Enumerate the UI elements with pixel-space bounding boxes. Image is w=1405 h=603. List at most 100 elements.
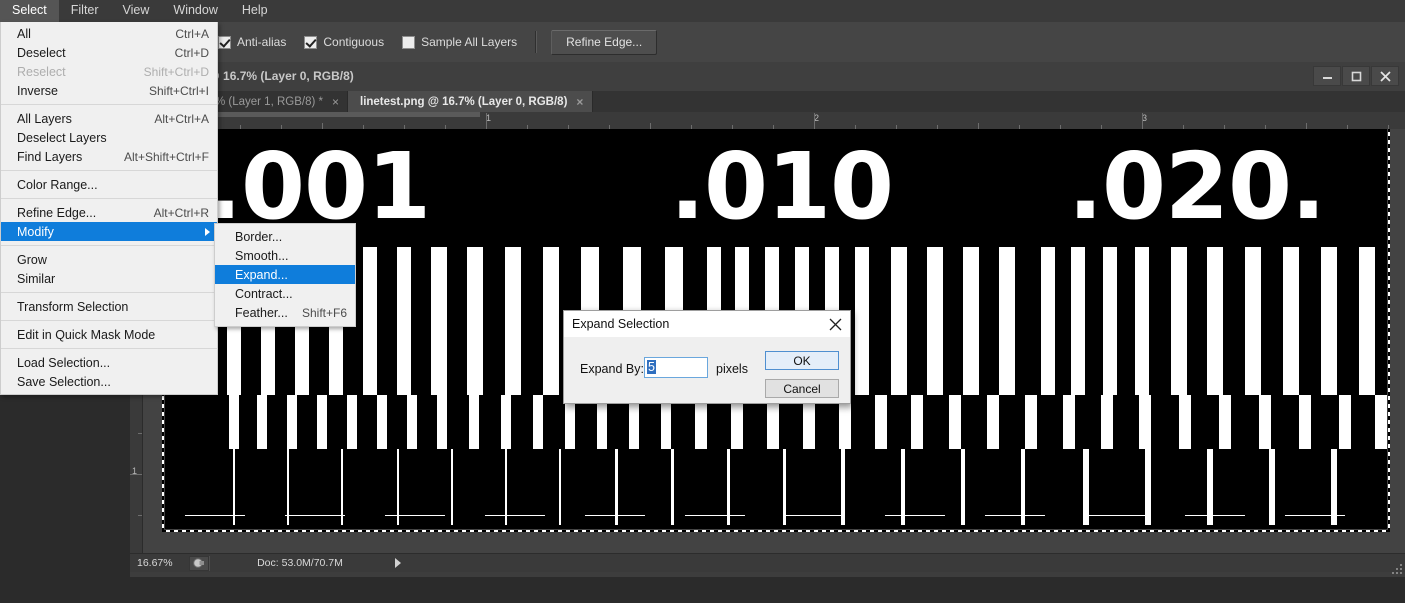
canvas-line: [585, 515, 645, 516]
canvas-line: [485, 515, 545, 516]
menu-item-label: Save Selection...: [17, 374, 111, 389]
checkbox-anti-alias[interactable]: [218, 35, 231, 49]
menu-item-label: Find Layers: [17, 149, 83, 164]
document-tab-2-close-icon[interactable]: ×: [576, 96, 583, 108]
checkbox-contiguous[interactable]: [304, 35, 318, 49]
option-contiguous[interactable]: Contiguous: [304, 35, 384, 49]
canvas-line: [985, 515, 1045, 516]
menu-item-grow[interactable]: Grow: [1, 250, 217, 269]
label-anti-alias: Anti-alias: [237, 35, 287, 49]
canvas-line: [501, 395, 511, 449]
canvas-line: [1179, 395, 1191, 449]
menu-item-edit-in-quick-mask-mode[interactable]: Edit in Quick Mask Mode: [1, 325, 217, 344]
canvas-line: [407, 395, 417, 449]
canvas-line: [1375, 395, 1387, 449]
ruler-tick: [138, 433, 142, 434]
menu-item-deselect-layers[interactable]: Deselect Layers: [1, 128, 217, 147]
menu-item-shortcut: Shift+Ctrl+I: [148, 83, 209, 98]
menu-item-shortcut: Alt+Ctrl+R: [153, 205, 209, 220]
canvas-line: [855, 247, 869, 395]
resize-grip-icon[interactable]: [1391, 563, 1404, 576]
menu-item-label: All: [17, 26, 31, 41]
close-button[interactable]: [1371, 66, 1399, 86]
canvas-line: [963, 247, 979, 395]
menu-item-all[interactable]: All Ctrl+A: [1, 24, 217, 43]
canvas-line: [949, 395, 961, 449]
menu-item-feather[interactable]: Feather... Shift+F6: [215, 303, 355, 322]
menu-item-similar[interactable]: Similar: [1, 269, 217, 288]
menu-item-save-selection[interactable]: Save Selection...: [1, 372, 217, 391]
menu-item-all-layers[interactable]: All Layers Alt+Ctrl+A: [1, 109, 217, 128]
canvas-line: [1331, 449, 1337, 525]
canvas-line: [431, 247, 447, 395]
minimize-button[interactable]: [1313, 66, 1341, 86]
option-anti-alias[interactable]: Anti-alias: [218, 35, 286, 49]
menubar-item-window[interactable]: Window: [161, 0, 229, 22]
horizontal-ruler[interactable]: 1 2 3: [130, 112, 1405, 130]
menu-item-expand[interactable]: Expand...: [215, 265, 355, 284]
menu-item-label: Edit in Quick Mask Mode: [17, 327, 156, 342]
menubar-item-select[interactable]: Select: [0, 0, 59, 22]
canvas-line: [377, 395, 387, 449]
checkbox-sample-all-layers[interactable]: [402, 35, 416, 49]
menubar-item-help[interactable]: Help: [230, 0, 280, 22]
menu-item-refine-edge[interactable]: Refine Edge... Alt+Ctrl+R: [1, 203, 217, 222]
menu-item-modify[interactable]: Modify: [1, 222, 217, 241]
canvas-line: [987, 395, 999, 449]
refine-edge-button[interactable]: Refine Edge...: [551, 29, 658, 55]
document-tab-1-close-icon[interactable]: ×: [332, 96, 339, 108]
canvas-line: [1299, 395, 1311, 449]
zoom-level-field[interactable]: 16.67%: [133, 556, 189, 570]
menu-separator: [1, 292, 217, 293]
canvas-line: [1321, 247, 1337, 395]
canvas-line: [1103, 247, 1117, 395]
document-title-bar: @ 16.7% (Layer 0, RGB/8): [130, 62, 1405, 92]
canvas-line: [1139, 395, 1151, 449]
expand-selection-dialog: Expand Selection Expand By: 5 pixels OK …: [563, 310, 851, 404]
expand-by-input[interactable]: 5: [644, 357, 708, 378]
menu-item-transform-selection[interactable]: Transform Selection: [1, 297, 217, 316]
canvas-line: [785, 515, 845, 516]
dialog-body: Expand By: 5 pixels OK Cancel: [564, 337, 850, 403]
chevron-right-icon: [205, 228, 210, 236]
menubar-item-label: View: [122, 3, 150, 17]
maximize-button[interactable]: [1342, 66, 1370, 86]
menubar-item-filter[interactable]: Filter: [59, 0, 111, 22]
menu-item-shortcut: Alt+Shift+Ctrl+F: [123, 149, 209, 164]
option-sample-all-layers[interactable]: Sample All Layers: [402, 35, 517, 49]
play-arrow-icon[interactable]: [390, 556, 406, 571]
canvas-line: [347, 395, 357, 449]
menubar-item-view[interactable]: View: [111, 0, 162, 22]
canvas-line: [901, 449, 905, 525]
menu-item-label: Deselect Layers: [17, 130, 107, 145]
canvas-line: [363, 247, 377, 395]
menu-item-label: Modify: [17, 224, 54, 239]
menu-item-find-layers[interactable]: Find Layers Alt+Shift+Ctrl+F: [1, 147, 217, 166]
menu-item-inverse[interactable]: Inverse Shift+Ctrl+I: [1, 81, 217, 100]
ok-button[interactable]: OK: [765, 351, 839, 370]
ruler-tick: [1142, 113, 1143, 129]
menu-item-smooth[interactable]: Smooth...: [215, 246, 355, 265]
canvas-line: [229, 395, 239, 449]
menu-item-border[interactable]: Border...: [215, 227, 355, 246]
canvas-line: [1259, 395, 1271, 449]
menu-item-color-range[interactable]: Color Range...: [1, 175, 217, 194]
menu-item-deselect[interactable]: Deselect Ctrl+D: [1, 43, 217, 62]
canvas-line: [1185, 515, 1245, 516]
menu-item-load-selection[interactable]: Load Selection...: [1, 353, 217, 372]
document-info-icon[interactable]: [189, 555, 209, 571]
menu-item-label: All Layers: [17, 111, 72, 126]
canvas-line: [1283, 247, 1299, 395]
ruler-tick: [814, 113, 815, 129]
document-tab-2[interactable]: linetest.png @ 16.7% (Layer 0, RGB/8) ×: [348, 91, 594, 112]
canvas-line: [615, 449, 618, 525]
dialog-close-icon[interactable]: [826, 315, 844, 333]
canvas-line: [559, 449, 561, 525]
menu-item-shortcut: Shift+Ctrl+D: [143, 64, 209, 79]
menu-item-contract[interactable]: Contract...: [215, 284, 355, 303]
canvas-line: [317, 395, 327, 449]
menu-item-label: Refine Edge...: [17, 205, 97, 220]
cancel-button[interactable]: Cancel: [765, 379, 839, 398]
dialog-title-bar: Expand Selection: [564, 311, 850, 337]
canvas-line: [451, 449, 453, 525]
